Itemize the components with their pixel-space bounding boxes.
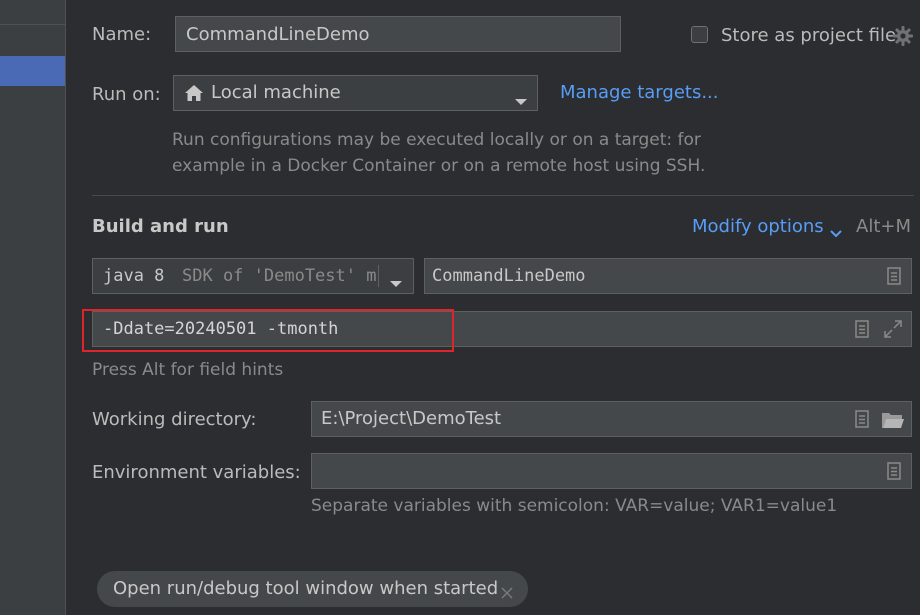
main-class-value: CommandLineDemo	[432, 266, 586, 286]
environment-variables-hint: Separate variables with semicolon: VAR=v…	[311, 496, 838, 516]
working-directory-value: E:\Project\DemoTest	[321, 408, 502, 429]
document-icon[interactable]	[887, 267, 901, 290]
home-icon	[184, 83, 204, 103]
run-on-hint-line2: example in a Docker Container or on a re…	[172, 156, 706, 176]
build-and-run-title: Build and run	[92, 216, 229, 237]
chevron-down-icon	[389, 273, 403, 287]
jdk-dropdown[interactable]: java 8 SDK of 'DemoTest' m	[92, 258, 414, 294]
main-class-field[interactable]: CommandLineDemo	[424, 258, 912, 294]
expand-icon[interactable]	[883, 319, 903, 344]
name-field-value: CommandLineDemo	[186, 24, 370, 45]
folder-icon[interactable]	[881, 410, 905, 435]
run-on-hint-line1: Run configurations may be executed local…	[172, 130, 701, 150]
store-as-project-label[interactable]: Store as project file	[721, 25, 896, 46]
panel-divider[interactable]	[65, 0, 66, 615]
run-on-value: Local machine	[211, 82, 341, 103]
open-tool-window-tag-label: Open run/debug tool window when started	[113, 578, 499, 599]
section-separator	[92, 195, 914, 196]
modify-options-shortcut: Alt+M	[856, 216, 911, 237]
document-icon[interactable]	[887, 462, 901, 485]
config-tree-panel	[0, 0, 65, 615]
document-icon[interactable]	[855, 320, 869, 343]
chevron-down-icon[interactable]	[830, 222, 842, 238]
document-icon[interactable]	[855, 410, 869, 433]
chevron-down-icon	[514, 90, 528, 105]
gear-icon[interactable]	[892, 25, 914, 47]
jdk-description: SDK of 'DemoTest' m	[182, 266, 377, 286]
tree-selected-item[interactable]	[0, 56, 65, 86]
working-directory-label: Working directory:	[92, 409, 257, 430]
run-on-label: Run on:	[92, 84, 161, 105]
jdk-version: java 8	[103, 266, 165, 286]
environment-variables-label: Environment variables:	[92, 462, 301, 483]
environment-variables-field[interactable]	[311, 453, 912, 489]
store-as-project-checkbox[interactable]	[691, 26, 708, 43]
modify-options-link[interactable]: Modify options	[692, 216, 824, 237]
run-on-dropdown[interactable]: Local machine	[173, 75, 538, 111]
name-field[interactable]: CommandLineDemo	[175, 16, 621, 52]
name-label: Name:	[92, 24, 152, 45]
manage-targets-link[interactable]: Manage targets...	[560, 82, 719, 103]
highlight-box	[82, 309, 454, 352]
working-directory-field[interactable]: E:\Project\DemoTest	[311, 401, 912, 437]
close-icon[interactable]	[501, 583, 513, 599]
field-hint: Press Alt for field hints	[92, 360, 284, 380]
open-tool-window-tag[interactable]: Open run/debug tool window when started	[97, 571, 528, 607]
tree-separator	[0, 24, 65, 25]
dropdown-divider	[378, 265, 379, 287]
